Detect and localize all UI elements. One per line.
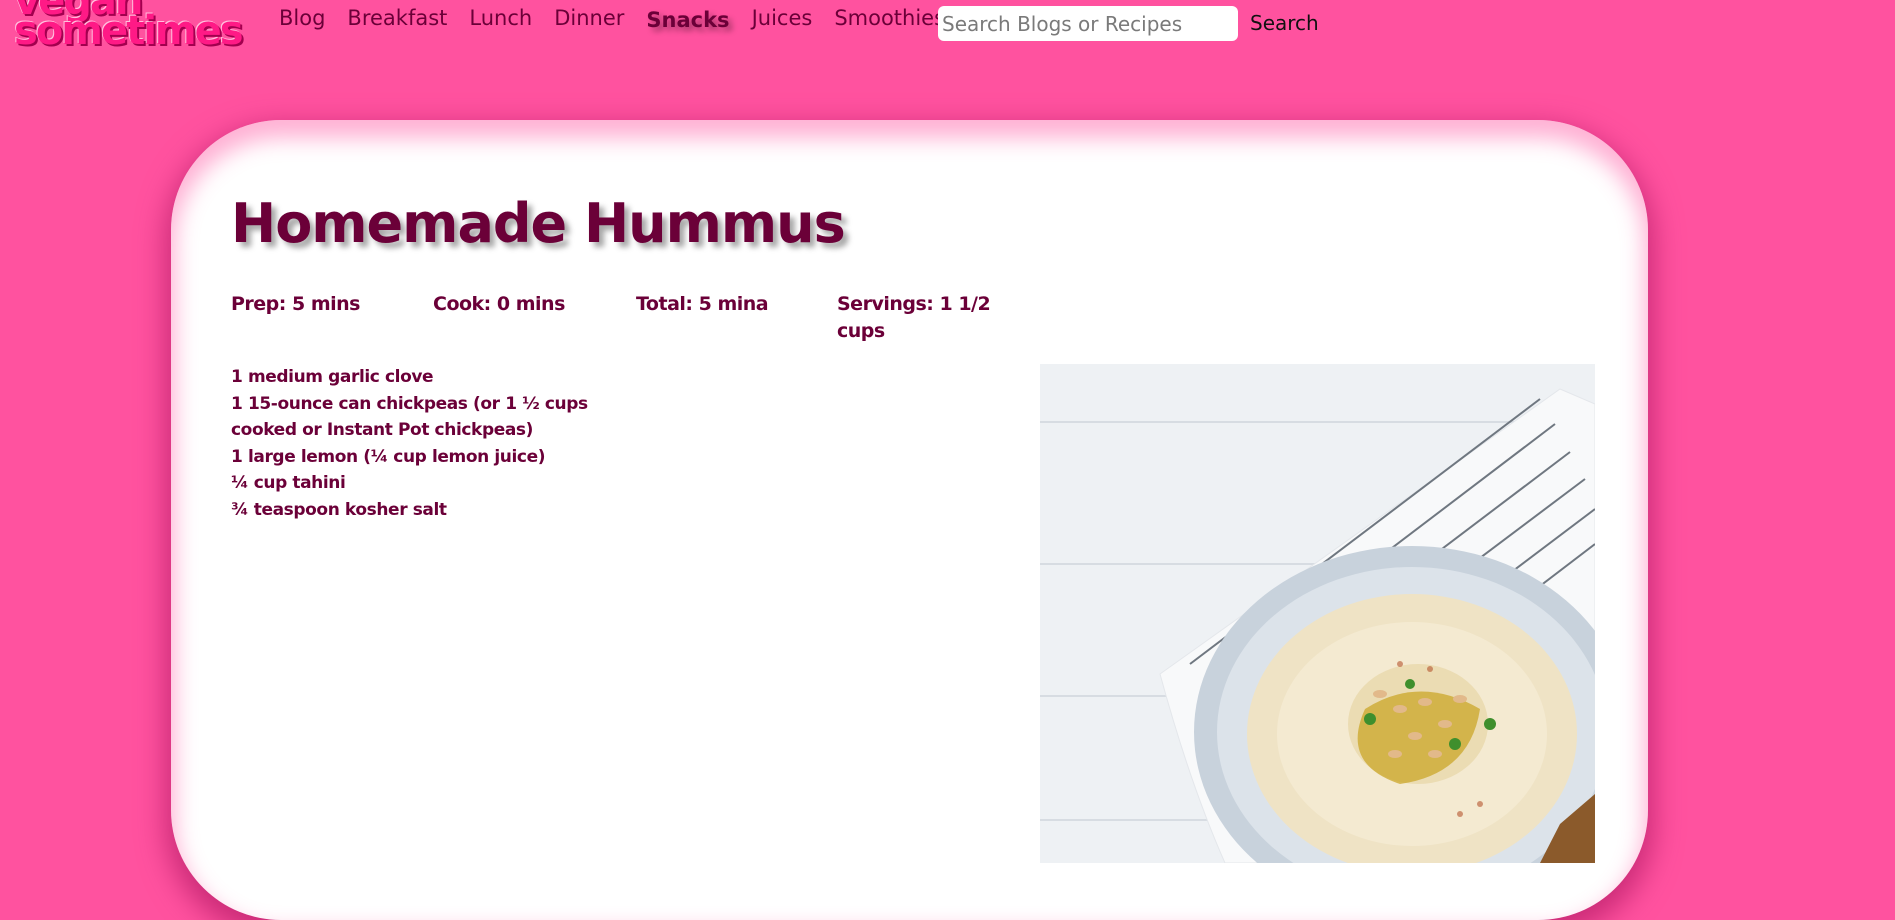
ingredient-item: 1 large lemon (¼ cup lemon juice) xyxy=(231,446,546,467)
ingredient-list: 1 medium garlic clove 1 15-ounce can chi… xyxy=(231,364,601,523)
hummus-photo xyxy=(1040,364,1595,863)
logo-line-2: sometimes xyxy=(14,8,244,54)
nav-item-snacks[interactable]: Snacks xyxy=(646,8,729,32)
nav-item-smoothies[interactable]: Smoothies xyxy=(834,6,945,30)
prep-time: Prep: 5 mins xyxy=(231,293,360,315)
site-logo[interactable]: vegan sometimes xyxy=(14,0,254,58)
ingredient-item: ¾ teaspoon kosher salt xyxy=(231,499,447,520)
total-time: Total: 5 mina xyxy=(636,293,769,315)
top-bar: vegan sometimes Blog Breakfast Lunch Din… xyxy=(0,0,1895,60)
cook-time: Cook: 0 mins xyxy=(433,293,565,315)
ingredient-item: ¼ cup tahini xyxy=(231,473,346,493)
nav-item-juices[interactable]: Juices xyxy=(752,6,813,30)
main-nav: Blog Breakfast Lunch Dinner Snacks Juice… xyxy=(279,6,945,32)
servings: Servings: 1 1/2 cups xyxy=(837,293,991,342)
recipe-title: Homemade Hummus xyxy=(231,192,846,255)
search-button[interactable]: Search xyxy=(1250,11,1319,35)
search-input[interactable] xyxy=(938,6,1238,41)
ingredient-item: 1 15-ounce can chickpeas (or 1 ½ cups co… xyxy=(231,393,588,441)
nav-item-breakfast[interactable]: Breakfast xyxy=(347,6,447,30)
nav-item-lunch[interactable]: Lunch xyxy=(469,6,532,30)
nav-item-blog[interactable]: Blog xyxy=(279,6,325,30)
ingredient-item: 1 medium garlic clove xyxy=(231,367,434,387)
nav-item-dinner[interactable]: Dinner xyxy=(554,6,624,30)
